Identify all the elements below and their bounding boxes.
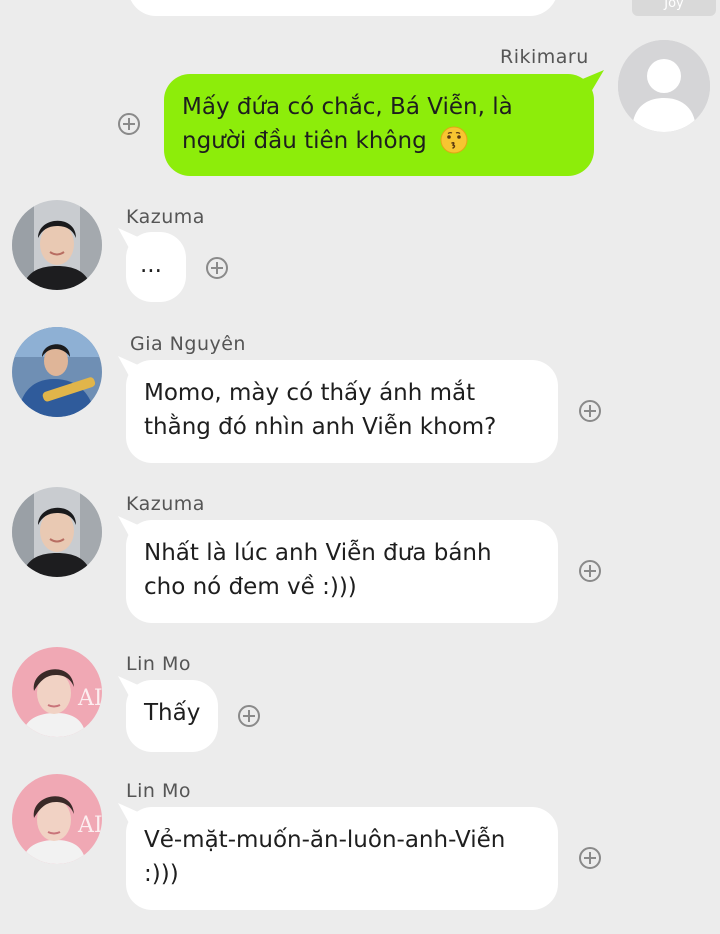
message-bubble: ... [126,232,186,302]
message-text: ... [140,252,162,278]
kazuma-photo-icon [12,200,102,290]
message-text: Nhất là lúc anh Viễn đưa bánh cho nó đem… [144,540,492,600]
avatar-placeholder[interactable] [618,40,710,132]
svg-text:ALE: ALE [77,813,102,838]
add-reaction-icon[interactable] [579,400,601,422]
avatar-kazuma[interactable] [12,200,102,290]
sender-name: Lin Mo [126,780,191,802]
default-user-icon [618,40,710,132]
add-reaction-icon[interactable] [118,113,140,135]
message-bubble: Mấy đứa có chắc, Bá Viễn, là người đầu t… [164,74,594,176]
add-reaction-icon[interactable] [579,560,601,582]
avatar-lin-mo[interactable]: ALE [12,774,102,864]
message-bubble: Vẻ-mặt-muốn-ăn-luôn-anh-Viễn :))) [126,807,558,910]
message-text: Vẻ-mặt-muốn-ăn-luôn-anh-Viễn :))) [144,827,506,887]
gia-nguyen-photo-icon [12,327,102,417]
sender-name: Kazuma [126,493,205,515]
svg-text:ALE: ALE [77,686,102,711]
kissing-face-icon [440,126,468,154]
message-bubble: Nhất là lúc anh Viễn đưa bánh cho nó đem… [126,520,558,623]
message-text: Thấy [144,700,201,726]
sender-name: Kazuma [126,206,205,228]
message-bubble: Thấy [126,680,218,752]
add-reaction-icon[interactable] [238,705,260,727]
sender-name: Lin Mo [126,653,191,675]
previous-message-bubble [128,0,558,16]
sender-name: Gia Nguyên [130,333,246,355]
message-text: Momo, mày có thấy ánh mắt thằng đó nhìn … [144,380,497,440]
avatar-kazuma[interactable] [12,487,102,577]
avatar-gia-nguyen[interactable] [12,327,102,417]
avatar-lin-mo[interactable]: ALE [12,647,102,737]
add-reaction-icon[interactable] [206,257,228,279]
lin-mo-photo-icon: ALE [12,774,102,864]
add-reaction-icon[interactable] [579,847,601,869]
kazuma-photo-icon [12,487,102,577]
lin-mo-photo-icon: ALE [12,647,102,737]
message-bubble: Momo, mày có thấy ánh mắt thằng đó nhìn … [126,360,558,463]
sender-name: Rikimaru [500,46,589,68]
top-tag: Joy [632,0,716,16]
